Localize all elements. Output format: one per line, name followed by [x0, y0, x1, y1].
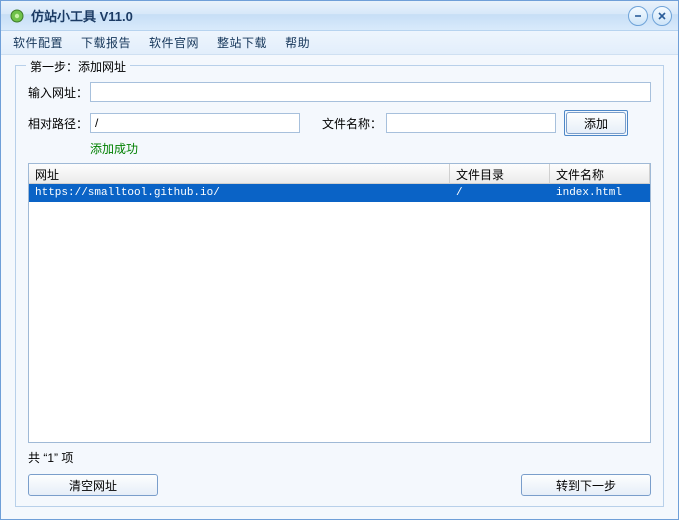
url-row: 输入网址：: [28, 82, 651, 102]
path-row: 相对路径： 文件名称： 添加: [28, 110, 651, 136]
menu-help[interactable]: 帮助: [285, 34, 310, 51]
url-input[interactable]: [90, 82, 651, 102]
cell-url: https://smalltool.github.io/: [29, 186, 450, 200]
clear-button[interactable]: 清空网址: [28, 474, 158, 496]
status-message: 添加成功: [90, 140, 651, 157]
app-title: 仿站小工具 V11.0: [31, 6, 624, 25]
menu-report[interactable]: 下载报告: [81, 34, 131, 51]
filename-input[interactable]: [386, 113, 556, 133]
add-button[interactable]: 添加: [566, 112, 626, 134]
col-header-dir[interactable]: 文件目录: [450, 164, 550, 183]
app-icon: [9, 8, 25, 24]
next-button[interactable]: 转到下一步: [521, 474, 651, 496]
minimize-button[interactable]: [628, 6, 648, 26]
step1-group: 第一步：添加网址 输入网址： 相对路径： 文件名称： 添加 添加成功 网址: [15, 65, 664, 507]
body-area: 第一步：添加网址 输入网址： 相对路径： 文件名称： 添加 添加成功 网址: [1, 55, 678, 519]
menu-bar: 软件配置 下载报告 软件官网 整站下载 帮助: [1, 31, 678, 55]
count-row: 共 “1” 项: [28, 449, 651, 466]
count-prefix: 共 “: [28, 451, 47, 465]
close-button[interactable]: [652, 6, 672, 26]
cell-file: index.html: [550, 186, 650, 200]
menu-config[interactable]: 软件配置: [13, 34, 63, 51]
filename-label: 文件名称：: [322, 115, 382, 132]
cell-dir: /: [450, 186, 550, 200]
add-button-highlight: 添加: [564, 110, 628, 136]
title-bar: 仿站小工具 V11.0: [1, 1, 678, 31]
relpath-input[interactable]: [90, 113, 300, 133]
table-row[interactable]: https://smalltool.github.io//index.html: [29, 184, 650, 202]
col-header-url[interactable]: 网址: [29, 164, 450, 183]
list-header: 网址 文件目录 文件名称: [29, 164, 650, 184]
relpath-label: 相对路径：: [28, 115, 90, 132]
step1-title: 第一步：添加网址: [26, 58, 130, 75]
bottom-buttons: 清空网址 转到下一步: [28, 474, 651, 496]
url-label: 输入网址：: [28, 84, 90, 101]
col-header-file[interactable]: 文件名称: [550, 164, 650, 183]
list-body[interactable]: https://smalltool.github.io//index.html: [29, 184, 650, 442]
count-suffix: ” 项: [54, 451, 73, 465]
app-window: 仿站小工具 V11.0 软件配置 下载报告 软件官网 整站下载 帮助 第一步：添…: [0, 0, 679, 520]
menu-fullsite[interactable]: 整站下载: [217, 34, 267, 51]
url-list: 网址 文件目录 文件名称 https://smalltool.github.io…: [28, 163, 651, 443]
menu-website[interactable]: 软件官网: [149, 34, 199, 51]
